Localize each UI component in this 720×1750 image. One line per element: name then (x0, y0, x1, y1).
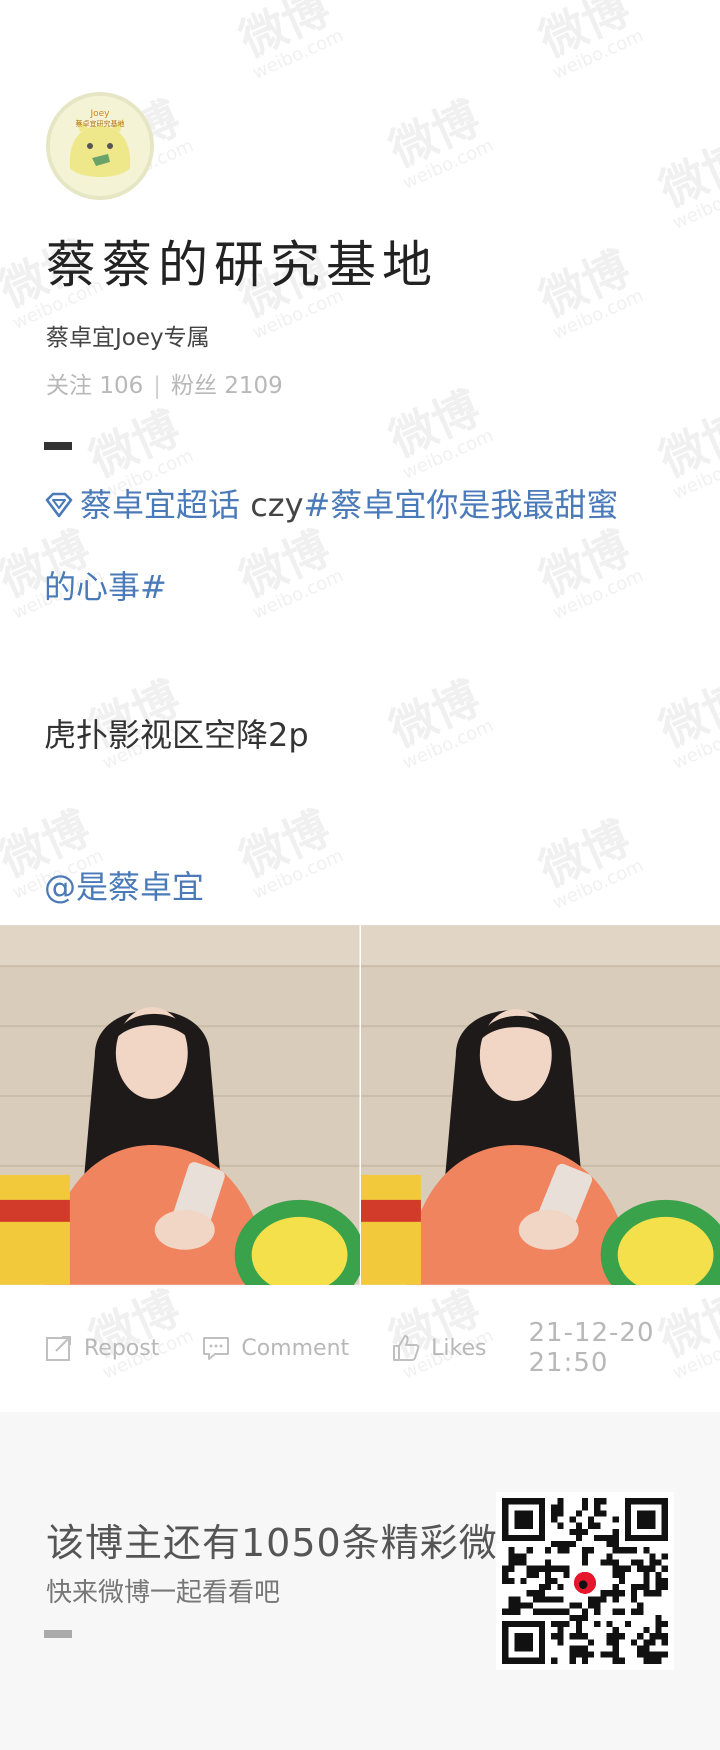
post-topic-line: 蔡卓宜超话 czy#蔡卓宜你是我最甜蜜 (44, 480, 618, 526)
watermark: 微博weibo.com (381, 670, 497, 774)
followers-label: 粉丝 (170, 373, 217, 399)
thumbs-up-icon (393, 1335, 420, 1361)
weibo-qr-code[interactable] (496, 1492, 674, 1670)
profile-subtitle: 蔡卓宜Joey专属 (46, 325, 210, 351)
avatar-text-banner: 蔡卓宜研究基地 (76, 119, 125, 128)
watermark: 微博weibo.com (531, 520, 647, 624)
footer-divider (44, 1630, 72, 1638)
watermark: 微博weibo.com (651, 400, 720, 504)
section-divider (44, 442, 72, 450)
qr-code-icon (496, 1492, 674, 1670)
watermark: 微博weibo.com (531, 0, 647, 84)
followers-stat[interactable]: 粉丝 2109 (171, 366, 283, 400)
topic-link[interactable]: 蔡卓宜超话 (80, 486, 240, 524)
post-text: 虎扑影视区空降2p (44, 716, 309, 754)
watermark: 微博weibo.com (531, 240, 647, 344)
avatar[interactable]: Joey 蔡卓宜研究基地 (46, 92, 154, 200)
hashtag-link-part1[interactable]: #蔡卓宜你是我最甜蜜 (304, 486, 619, 524)
post-image-2[interactable] (359, 925, 720, 1285)
stats-separator: | (153, 373, 161, 399)
watermark: 微博weibo.com (231, 520, 347, 624)
watermark: 微博weibo.com (381, 380, 497, 484)
repost-icon (46, 1336, 71, 1361)
comment-label: Comment (241, 1335, 350, 1361)
girl-with-phone-photo-icon (0, 925, 360, 1285)
watermark: 微博weibo.com (531, 810, 647, 914)
watermark: 微博weibo.com (231, 0, 347, 84)
followers-count: 2109 (224, 373, 283, 399)
comment-button[interactable]: Comment (201, 1333, 349, 1363)
post-timestamp: 21-12-20 21:50 (528, 1318, 655, 1378)
diamond-icon (45, 492, 73, 518)
hashtag-link-part2[interactable]: 的心事# (44, 562, 167, 608)
watermark: 微博weibo.com (231, 800, 347, 904)
topic-plain-text: czy (240, 486, 304, 524)
watermark: 微博weibo.com (651, 670, 720, 774)
watermark: 微博weibo.com (651, 130, 720, 234)
comment-icon (203, 1337, 230, 1360)
repost-button[interactable]: Repost (44, 1333, 159, 1363)
profile-stats: 关注 106 | 粉丝 2109 (46, 366, 283, 400)
footer-main-text: 该博主还有1050条精彩微博 (46, 1521, 537, 1565)
watermark: 微博weibo.com (381, 90, 497, 194)
girl-with-phone-photo-icon (360, 925, 720, 1285)
like-button[interactable]: Likes (391, 1333, 486, 1363)
post-image-1[interactable] (0, 925, 360, 1285)
footer-sub-text: 快来微博一起看看吧 (46, 1578, 281, 1608)
following-count: 106 (99, 373, 144, 399)
repost-label: Repost (84, 1335, 160, 1361)
following-stat[interactable]: 关注 106 (46, 366, 143, 400)
footer-promo: 该博主还有1050条精彩微博 快来微博一起看看吧 (0, 1412, 720, 1750)
post-actions: Repost Comment Likes 21-12-20 21:50 (44, 1318, 676, 1378)
page-title: 蔡蔡的研究基地 (46, 236, 438, 294)
post-images (0, 925, 720, 1285)
likes-label: Likes (431, 1335, 487, 1361)
following-label: 关注 (46, 373, 92, 399)
joey-mascot-avatar-icon: Joey 蔡卓宜研究基地 (50, 96, 150, 196)
mention-link[interactable]: @是蔡卓宜 (44, 862, 204, 908)
avatar-text-top: Joey (89, 109, 110, 119)
